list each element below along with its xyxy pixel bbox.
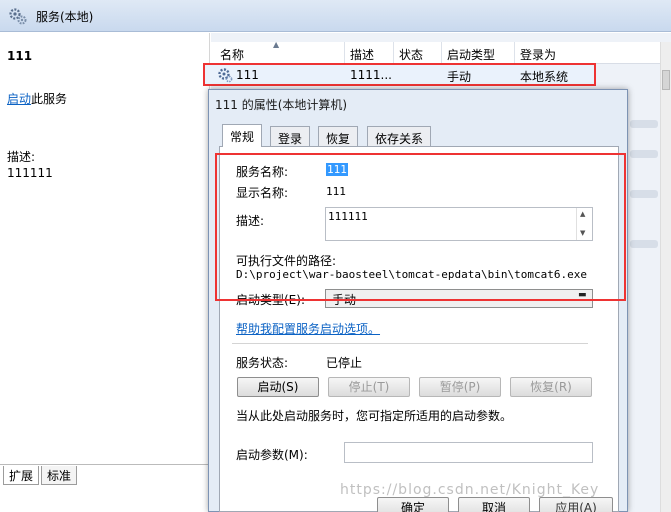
row-startup-type: 手动 [447, 70, 472, 84]
scrollbar-thumb[interactable] [662, 70, 670, 90]
divider [232, 343, 588, 344]
row-logon-as: 本地系统 [520, 70, 569, 84]
start-service-link[interactable]: 启动 [7, 92, 31, 106]
window-titlebar: 服务(本地) [0, 0, 671, 32]
list-scrollbar[interactable] [660, 42, 671, 512]
column-startup-type[interactable]: 启动类型 [447, 46, 495, 63]
start-service-text: 启动此服务 [7, 90, 67, 107]
help-configure-link[interactable]: 帮助我配置服务启动选项。 [236, 320, 380, 337]
highlight-box [215, 153, 626, 301]
column-name[interactable]: 名称 [220, 46, 244, 63]
start-param-label: 启动参数(M): [236, 448, 308, 462]
column-logon-as[interactable]: 登录为 [520, 46, 556, 63]
tab-logon[interactable]: 登录 [270, 126, 311, 147]
start-param-input[interactable] [344, 442, 593, 463]
blurred-row [630, 240, 658, 248]
pause-button[interactable]: 暂停(P) [419, 377, 501, 397]
window-title: 服务(本地) [36, 10, 94, 24]
stop-button[interactable]: 停止(T) [328, 377, 410, 397]
tab-recovery[interactable]: 恢复 [318, 126, 359, 147]
column-divider[interactable] [344, 42, 345, 64]
blurred-row [630, 190, 658, 198]
column-divider[interactable] [441, 42, 442, 64]
tab-dependencies[interactable]: 依存关系 [367, 126, 432, 147]
start-button[interactable]: 启动(S) [237, 377, 319, 397]
cancel-button[interactable]: 取消 [458, 497, 530, 512]
blurred-row [630, 120, 658, 128]
left-desc-value: 111111 [7, 166, 53, 180]
watermark: https://blog.csdn.net/Knight_Key [340, 482, 600, 498]
resume-button[interactable]: 恢复(R) [510, 377, 592, 397]
tab-standard[interactable]: 标准 [41, 466, 78, 485]
column-divider[interactable] [393, 42, 394, 64]
row-description: 1111... [350, 68, 392, 82]
tab-extended[interactable]: 扩展 [3, 466, 40, 485]
column-status[interactable]: 状态 [399, 46, 423, 63]
selected-service-name: 111 [7, 49, 33, 63]
row-name: 111 [236, 68, 259, 82]
tab-general[interactable]: 常规 [222, 124, 263, 147]
apply-button[interactable]: 应用(A) [539, 497, 613, 512]
column-divider[interactable] [514, 42, 515, 64]
blurred-row [630, 150, 658, 158]
left-desc-label: 描述: [7, 150, 36, 164]
service-status-label: 服务状态: [236, 356, 289, 370]
ok-button[interactable]: 确定 [377, 497, 449, 512]
column-description[interactable]: 描述 [350, 46, 374, 63]
service-status-value: 已停止 [326, 356, 363, 370]
start-param-hint: 当从此处启动服务时，您可指定所适用的启动参数。 [236, 409, 513, 423]
gear-icon [218, 68, 233, 83]
dialog-title: 111 的属性(本地计算机) [215, 98, 348, 112]
start-service-suffix: 此服务 [31, 92, 68, 106]
sort-ascending-icon: ▲ [273, 40, 280, 49]
gears-icon [9, 8, 27, 25]
